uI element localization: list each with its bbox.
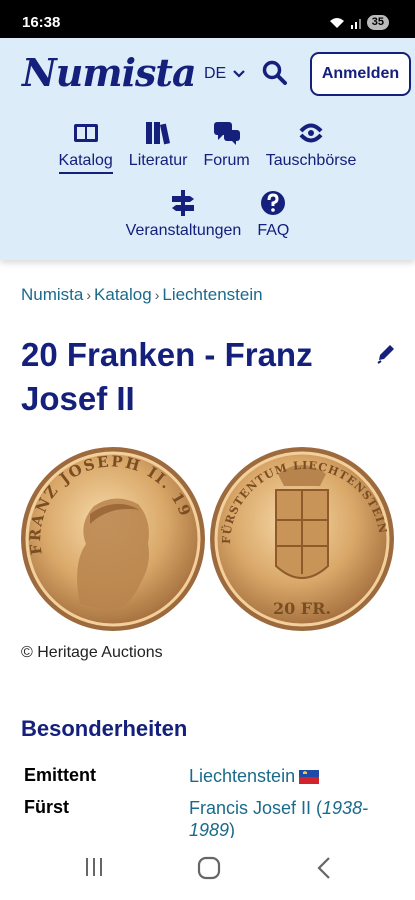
breadcrumb-liechtenstein[interactable]: Liechtenstein	[162, 285, 262, 304]
nav-item-literatur[interactable]: Literatur	[125, 118, 192, 176]
breadcrumb: Numista › Katalog › Liechtenstein	[21, 285, 263, 305]
main-nav: Katalog Literatur Forum Tauschbörse Vera…	[0, 118, 415, 246]
coin-denomination: 20 FR.	[273, 599, 331, 618]
edit-pen-icon[interactable]	[375, 342, 397, 364]
signal-icon	[350, 18, 361, 29]
image-credit: © Heritage Auctions	[21, 644, 163, 661]
numista-logo[interactable]: Numista	[22, 50, 197, 95]
section-title-features: Besonderheiten	[21, 716, 188, 741]
nav-item-forum[interactable]: Forum	[200, 118, 254, 176]
recent-apps-icon[interactable]	[84, 856, 104, 878]
breadcrumb-separator: ›	[154, 287, 160, 303]
search-icon[interactable]	[262, 60, 288, 86]
question-icon	[261, 191, 286, 215]
feature-key: Emittent	[24, 765, 96, 785]
chevron-down-icon	[232, 69, 245, 78]
wifi-icon	[329, 17, 344, 28]
nav-label: Forum	[203, 152, 250, 169]
nav-item-faq[interactable]: FAQ	[253, 188, 293, 246]
coin-images[interactable]: FRANZ JOSEPH II. 1946 FÜRSTENTUM LIECHTE…	[20, 444, 395, 634]
nav-item-katalog[interactable]: Katalog	[55, 118, 117, 176]
page-title: 20 Franken - Franz Josef II	[21, 336, 313, 417]
system-nav-bar	[0, 838, 415, 900]
language-selector[interactable]: DE	[204, 65, 245, 83]
battery-indicator: 35	[366, 15, 389, 30]
home-icon[interactable]	[197, 856, 221, 880]
nav-label: Veranstaltungen	[125, 222, 242, 239]
catalog-icon	[73, 124, 98, 142]
nav-label: Katalog	[58, 152, 113, 174]
liechtenstein-flag-icon	[299, 770, 320, 785]
signpost-icon	[172, 190, 195, 216]
status-icons: 35	[329, 15, 389, 30]
nav-label: Tauschbörse	[265, 152, 357, 169]
breadcrumb-numista[interactable]: Numista	[21, 285, 83, 304]
books-icon	[146, 122, 171, 145]
nav-label: FAQ	[257, 222, 290, 239]
feature-value-link[interactable]: Liechtenstein	[189, 765, 389, 787]
feature-key: Fürst	[24, 797, 69, 817]
language-label: DE	[204, 65, 227, 82]
status-time: 16:38	[22, 14, 61, 31]
breadcrumb-separator: ›	[86, 287, 92, 303]
login-button[interactable]: Anmelden	[310, 52, 411, 96]
status-bar: 16:38 35	[0, 0, 415, 38]
feature-value-link[interactable]: Francis Josef II (1938-1989)	[189, 797, 389, 841]
forum-icon	[213, 122, 240, 145]
coin-obverse: FRANZ JOSEPH II. 1946	[20, 444, 205, 631]
exchange-icon	[299, 123, 323, 143]
nav-item-veranstaltungen[interactable]: Veranstaltungen	[122, 188, 246, 246]
breadcrumb-katalog[interactable]: Katalog	[94, 285, 152, 304]
coin-reverse: FÜRSTENTUM LIECHTENSTEIN 20 FR.	[210, 447, 394, 631]
site-header: Numista DE Anmelden Katalog Literatur Fo…	[0, 38, 415, 260]
back-icon[interactable]	[316, 856, 332, 880]
nav-item-tauschboerse[interactable]: Tauschbörse	[262, 118, 361, 176]
nav-label: Literatur	[128, 152, 188, 169]
